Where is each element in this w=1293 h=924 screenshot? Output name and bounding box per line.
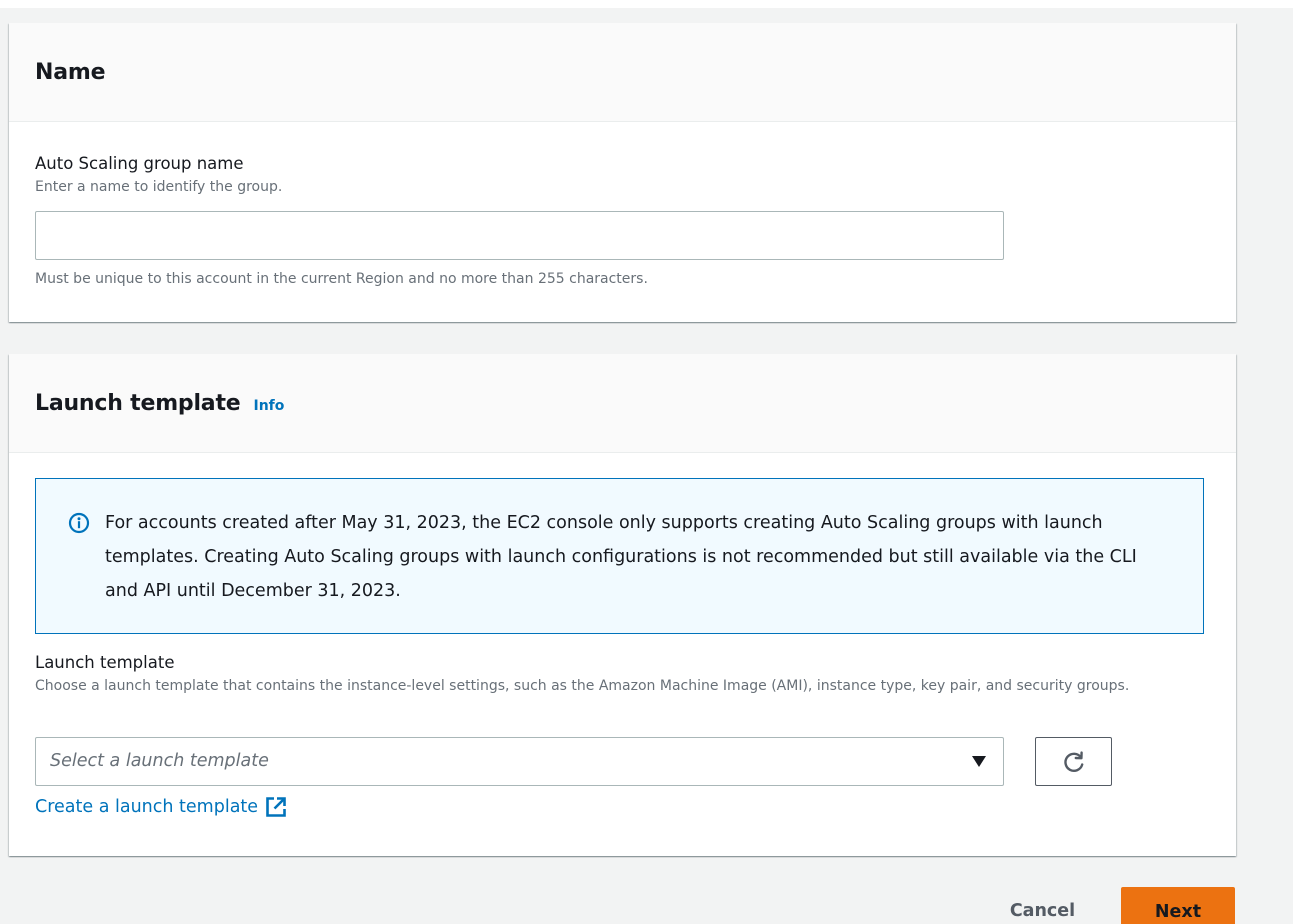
launch-template-field-description: Choose a launch template that contains t… [35,678,1130,694]
page: Name Auto Scaling group name Enter a nam… [0,0,1293,924]
group-name-field-description: Enter a name to identify the group. [35,179,283,195]
name-section-title: Name [35,59,106,85]
create-launch-template-link[interactable]: Create a launch template [35,796,287,818]
name-panel: Name Auto Scaling group name Enter a nam… [9,23,1236,322]
refresh-button[interactable] [1035,737,1112,786]
launch-template-section-title: Launch template [35,390,241,416]
launch-template-panel-header: Launch template Info [9,354,1236,453]
launch-template-field: Launch template Choose a launch template… [35,653,1205,696]
cancel-button[interactable]: Cancel [990,888,1095,924]
name-panel-header: Name [9,23,1236,122]
info-link[interactable]: Info [254,398,285,414]
next-button[interactable]: Next [1121,887,1235,924]
caret-down-icon [972,756,986,767]
group-name-field-label: Auto Scaling group name [35,154,244,173]
launch-template-select[interactable]: Select a launch template [35,737,1004,786]
external-link-icon [266,797,286,817]
launch-configuration-alert: For accounts created after May 31, 2023,… [35,478,1204,634]
launch-template-panel: Launch template Info For accounts create… [9,354,1236,856]
group-name-constraint: Must be unique to this account in the cu… [35,271,648,287]
group-name-label: Auto Scaling group name Enter a name to … [35,154,282,197]
create-launch-template-link-label: Create a launch template [35,797,259,817]
group-name-input[interactable] [35,211,1004,260]
refresh-icon [1063,750,1083,772]
alert-message: For accounts created after May 31, 2023,… [105,513,1137,601]
select-placeholder: Select a launch template [50,751,269,771]
top-strip [0,0,1293,8]
info-circle-icon [68,512,90,534]
launch-template-field-label: Launch template [35,653,175,672]
